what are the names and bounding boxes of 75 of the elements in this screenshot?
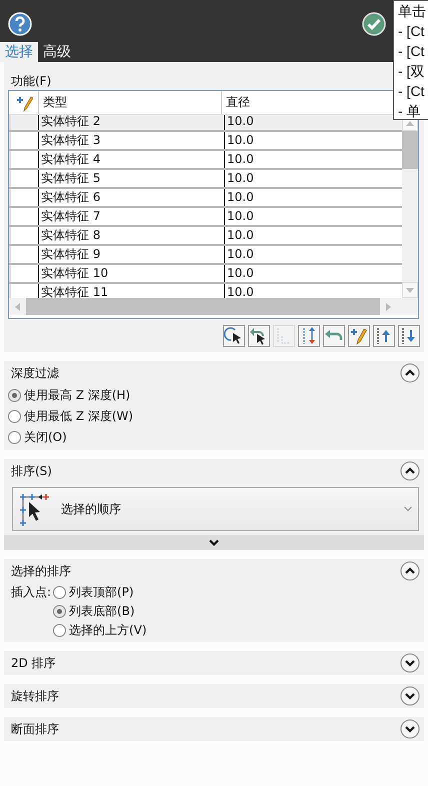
table-row[interactable]: 实体特征 3 10.0 <box>9 132 402 151</box>
radio-button[interactable] <box>53 624 66 637</box>
table-cell: 实体特征 4 <box>39 151 225 168</box>
table-row[interactable]: 实体特征 10 10.0 <box>9 265 402 284</box>
tool-button[interactable] <box>248 325 270 347</box>
table-row[interactable]: 实体特征 6 10.0 <box>9 189 402 208</box>
table-cell: 实体特征 5 <box>39 170 225 187</box>
tab[interactable]: 高级 <box>38 42 76 62</box>
table-cell: 实体特征 2 <box>39 115 225 130</box>
tooltip-text: - [Ct <box>398 42 426 61</box>
table-row[interactable]: 实体特征 4 10.0 <box>9 151 402 170</box>
tooltip-text: 单击 <box>398 2 427 21</box>
field-label: 插入点: <box>11 584 52 601</box>
tool-button[interactable] <box>398 325 420 347</box>
column-header[interactable]: 直径 <box>226 95 250 109</box>
radio-button[interactable] <box>53 586 66 599</box>
radio-button[interactable] <box>8 431 21 444</box>
table-cell: 实体特征 10 <box>39 265 225 282</box>
tool-button[interactable] <box>373 325 395 347</box>
tooltip-text: - [Ct <box>398 22 426 41</box>
table-cell-text: 10.0 <box>226 151 255 168</box>
table-cell-text: 10.0 <box>226 284 255 298</box>
radio-button[interactable] <box>53 605 66 618</box>
section-title: 2D 排序 <box>11 654 56 672</box>
help-icon[interactable] <box>8 12 32 36</box>
section-title: 排序(S) <box>11 462 52 480</box>
expand-icon[interactable] <box>400 686 420 706</box>
table-cell: 实体特征 9 <box>39 246 225 263</box>
collapse-icon[interactable] <box>400 461 420 481</box>
collapse-icon[interactable] <box>400 363 420 383</box>
table-cell-text: 10.0 <box>226 132 255 149</box>
section-title: 深度过滤 <box>11 364 59 382</box>
radio-button[interactable] <box>8 410 21 423</box>
tooltip-text: - [Ct <box>398 82 426 101</box>
table-cell-text: 10.0 <box>226 265 255 282</box>
table-cell-text: 10.0 <box>226 246 255 263</box>
sort-dropdown[interactable]: 选择的顺序 <box>12 487 419 531</box>
radio-label[interactable]: 使用最高 Z 深度(H) <box>24 387 130 404</box>
table-cell: 实体特征 8 <box>39 227 225 244</box>
table-row[interactable]: 实体特征 8 10.0 <box>9 227 402 246</box>
plus-pencil-icon <box>349 326 369 346</box>
table-row[interactable]: 实体特征 7 10.0 <box>9 208 402 227</box>
dropdown-value: 选择的顺序 <box>61 500 122 518</box>
collapse-icon[interactable] <box>400 561 420 581</box>
radio-label[interactable]: 使用最低 Z 深度(W) <box>24 408 134 425</box>
dropdown-caret-icon[interactable] <box>404 506 412 512</box>
column-header[interactable]: 类型 <box>43 95 67 109</box>
table-cell-text: 10.0 <box>226 189 255 206</box>
radio-label[interactable]: 选择的上方(V) <box>69 622 147 639</box>
radio-button[interactable] <box>8 389 21 402</box>
table-cell-text: 10.0 <box>226 170 255 187</box>
table-cell: 实体特征 6 <box>39 189 225 206</box>
radio-label[interactable]: 列表顶部(P) <box>69 584 134 601</box>
table-row[interactable]: 实体特征 2 10.0 <box>9 115 402 132</box>
ok-check-icon[interactable] <box>362 12 386 36</box>
table-cell: 实体特征 3 <box>39 132 225 149</box>
chevron-icon <box>209 539 219 546</box>
scroll-thumb[interactable] <box>402 131 418 169</box>
table-row[interactable]: 实体特征 9 10.0 <box>9 246 402 265</box>
section-title: 旋转排序 <box>11 688 59 704</box>
tool-button[interactable] <box>223 325 245 347</box>
expand-icon[interactable] <box>400 719 420 739</box>
section-title: 断面排序 <box>11 720 59 738</box>
tab[interactable]: 选择 <box>0 42 38 62</box>
radio-label[interactable]: 关闭(O) <box>24 429 67 446</box>
tooltip-text: - [双 <box>398 62 426 81</box>
table-cell-text: 10.0 <box>226 208 255 225</box>
table-row[interactable]: 实体特征 5 10.0 <box>9 170 402 189</box>
table-cell-text: 10.0 <box>226 115 255 130</box>
table-cell-text: 10.0 <box>226 227 255 244</box>
section-title: 选择的排序 <box>11 562 71 580</box>
section-label: 功能(F) <box>10 73 52 87</box>
expand-icon[interactable] <box>400 653 420 673</box>
table-cell: 实体特征 7 <box>39 208 225 225</box>
radio-label[interactable]: 列表底部(B) <box>69 603 135 620</box>
